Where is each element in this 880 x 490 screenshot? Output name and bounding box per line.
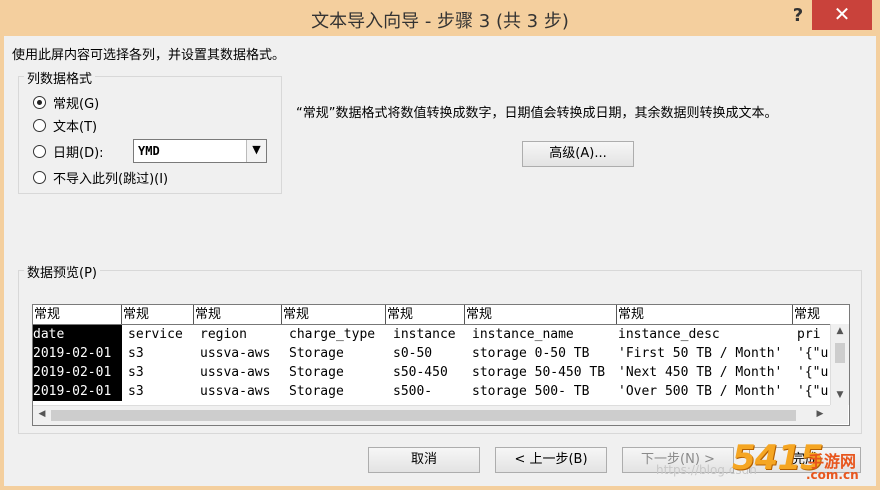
column-type-header: 常规 常规 常规 常规 常规 常规 常规 常规 [33, 305, 833, 325]
preview-cell: charge_type [289, 327, 376, 342]
preview-cell: s0-50 [393, 346, 433, 361]
preview-cell: s50-450 [393, 365, 448, 380]
preview-cell: 2019-02-01 [33, 382, 122, 401]
column-type-cell[interactable]: 常规 [793, 305, 833, 324]
column-type-cell[interactable]: 常规 [33, 305, 122, 324]
preview-cell: instance [393, 327, 456, 342]
instruction-text: 使用此屏内容可选择各列，并设置其数据格式。 [12, 48, 286, 63]
preview-cell: 2019-02-01 [33, 363, 122, 382]
preview-cell: '{"u [797, 384, 829, 399]
scroll-right-icon[interactable]: ▶ [813, 409, 827, 419]
date-format-select[interactable]: YMD ▼ [133, 139, 267, 163]
radio-skip[interactable] [33, 171, 46, 184]
preview-cell: s500- [393, 384, 433, 399]
window-title: 文本导入向导 - 步骤 3 (共 3 步) [311, 11, 569, 32]
format-description: “常规”数据格式将数值转换成数字，日期值会转换成日期，其余数据则转换成文本。 [296, 106, 778, 121]
preview-cell: date [33, 325, 122, 344]
preview-cell: instance_desc [618, 327, 720, 342]
column-type-cell[interactable]: 常规 [282, 305, 386, 324]
radio-text[interactable] [33, 119, 46, 132]
preview-cell: s3 [128, 365, 144, 380]
cancel-button[interactable]: 取消 [368, 447, 480, 473]
close-icon: ✕ [833, 2, 851, 26]
close-button[interactable]: ✕ [812, 0, 872, 30]
logo-url: .com.cn [806, 468, 859, 482]
preview-cell: ussva-aws [200, 346, 271, 361]
preview-cell: Storage [289, 346, 344, 361]
preview-cell: storage 500- TB [472, 384, 590, 399]
preview-cell: 2019-02-01 [33, 344, 122, 363]
preview-cell: 'First 50 TB / Month' [618, 346, 783, 361]
preview-cell: instance_name [472, 327, 574, 342]
preview-cell: 'Over 500 TB / Month' [618, 384, 783, 399]
data-preview-grid[interactable]: 常规 常规 常规 常规 常规 常规 常规 常规 date 2019-02-01 … [32, 304, 850, 426]
vertical-scroll-thumb[interactable] [835, 343, 845, 363]
column-format-legend: 列数据格式 [24, 68, 96, 87]
preview-cell: ussva-aws [200, 365, 271, 380]
site-logo: 5415 手游网 .com.cn [728, 436, 878, 488]
scroll-down-icon[interactable]: ▼ [831, 390, 849, 400]
column-type-cell[interactable]: 常规 [617, 305, 793, 324]
radio-skip-label[interactable]: 不导入此列(跳过)(I) [53, 168, 168, 187]
column-type-cell[interactable]: 常规 [194, 305, 282, 324]
back-button[interactable]: < 上一步(B) [495, 447, 607, 473]
scroll-up-icon[interactable]: ▲ [831, 326, 849, 336]
vertical-scrollbar[interactable]: ▲ ▼ [830, 324, 849, 405]
column-type-cell[interactable]: 常规 [122, 305, 194, 324]
horizontal-scrollbar[interactable]: ◀ ▶ [33, 405, 830, 425]
help-button[interactable]: ? [785, 3, 811, 29]
preview-cell: ussva-aws [200, 384, 271, 399]
scroll-left-icon[interactable]: ◀ [35, 409, 49, 419]
preview-cell: storage 0-50 TB [472, 346, 590, 361]
preview-cell: Storage [289, 365, 344, 380]
radio-general-label[interactable]: 常规(G) [53, 93, 99, 112]
horizontal-scroll-thumb[interactable] [51, 410, 796, 421]
data-preview-legend: 数据预览(P) [24, 262, 100, 281]
preview-cell: s3 [128, 346, 144, 361]
preview-cell: storage 50-450 TB [472, 365, 606, 380]
preview-cell: service [128, 327, 183, 342]
preview-cell: Storage [289, 384, 344, 399]
radio-general[interactable] [33, 96, 46, 109]
column-type-cell[interactable]: 常规 [386, 305, 465, 324]
preview-cell: s3 [128, 384, 144, 399]
preview-cell: '{"u [797, 365, 829, 380]
preview-cell: pri [797, 327, 821, 342]
date-format-value: YMD [138, 144, 160, 158]
radio-text-label[interactable]: 文本(T) [53, 116, 97, 135]
preview-cell: region [200, 327, 247, 342]
column-type-cell[interactable]: 常规 [465, 305, 617, 324]
radio-date[interactable] [33, 145, 46, 158]
preview-cell: 'Next 450 TB / Month' [618, 365, 783, 380]
chevron-down-icon[interactable]: ▼ [246, 140, 266, 162]
radio-date-label[interactable]: 日期(D): [53, 142, 104, 161]
scroll-corner [830, 405, 848, 424]
preview-cell: '{"u [797, 346, 829, 361]
advanced-button[interactable]: 高级(A)... [522, 141, 634, 167]
